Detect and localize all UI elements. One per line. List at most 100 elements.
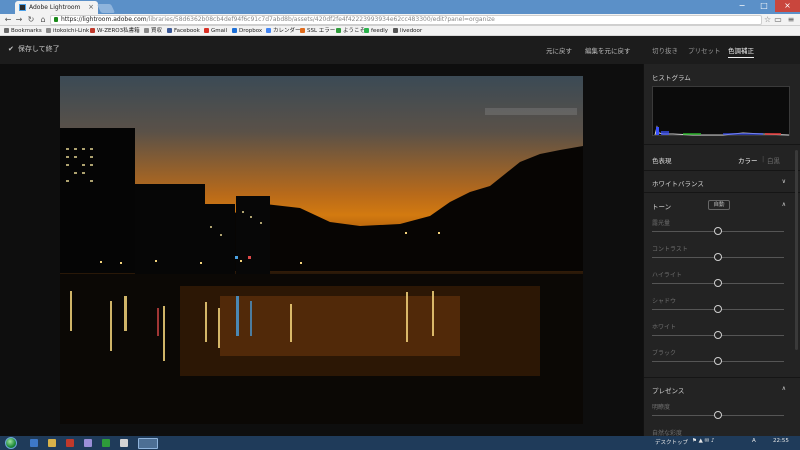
browser-toolbar: ← → ↻ ⌂ https://lightroom.adobe.com/libr…: [0, 14, 800, 26]
white-balance-title[interactable]: ホワイトバランス: [652, 178, 704, 188]
histogram-title: ヒストグラム: [652, 74, 691, 82]
welcome-icon: [336, 28, 341, 33]
slider-label: ハイライト: [652, 272, 682, 279]
bw-mode-button[interactable]: 白黒: [767, 155, 780, 165]
home-icon[interactable]: ⌂: [38, 14, 48, 26]
slider-thumb[interactable]: [714, 279, 722, 287]
bookmark-item[interactable]: SSL エラー: [300, 26, 335, 36]
clock[interactable]: 22:55: [773, 438, 789, 444]
ie-icon[interactable]: [30, 439, 38, 447]
slider-label: コントラスト: [652, 246, 688, 253]
color-mode-button[interactable]: カラー: [738, 155, 758, 165]
url-path: /libraries/58d6362b08cb4def94f6c91c7d7ab…: [146, 16, 495, 23]
extension-icon[interactable]: ▭: [773, 14, 783, 26]
chrome-taskbar-button[interactable]: [138, 438, 158, 449]
url-input[interactable]: https://lightroom.adobe.com/libraries/58…: [50, 15, 762, 25]
revert-edits-button[interactable]: 編集を元に戻す: [585, 45, 631, 55]
slider-thumb[interactable]: [714, 253, 722, 261]
app-icon[interactable]: [84, 439, 92, 447]
panel-scrollbar[interactable]: [795, 150, 798, 350]
bookmark-star-icon[interactable]: ☆: [764, 14, 771, 26]
livedoor-icon: [393, 28, 398, 33]
mode-separator: |: [762, 155, 765, 163]
slider-thumb[interactable]: [714, 357, 722, 365]
app-icon[interactable]: [120, 439, 128, 447]
back-icon[interactable]: ←: [3, 14, 13, 26]
ime-indicator[interactable]: A: [752, 438, 756, 444]
section-divider: [644, 192, 800, 193]
tab-crop[interactable]: 切り抜き: [652, 45, 678, 55]
explorer-icon[interactable]: [48, 439, 56, 447]
color-section-title: 色表現: [652, 157, 672, 165]
slider-label: 自然な彩度: [652, 430, 683, 436]
lightroom-favicon-icon: [19, 4, 26, 11]
tray-icons[interactable]: ⚑ ▲ ✉ ♪: [692, 438, 715, 444]
tab-title: Adobe Lightroom: [29, 4, 81, 11]
lightroom-header: ✔ 保存して終了 元に戻す 編集を元に戻す 切り抜き プリセット 色調補正: [0, 36, 800, 64]
adjust-panel: ヒストグラム 色表現 カラー | 白黒 ホワイトバランス ∨ トーン 自動 ∧ …: [643, 64, 800, 436]
screen: Adobe Lightroom × − □ × ← → ↻ ⌂ https://…: [0, 0, 800, 450]
slider-thumb[interactable]: [714, 331, 722, 339]
gmail-icon: [204, 28, 209, 33]
slider-thumb[interactable]: [714, 411, 722, 419]
forward-icon[interactable]: →: [14, 14, 24, 26]
bookmark-item[interactable]: W-ZERO3私書箱: [90, 26, 140, 36]
bookmark-item[interactable]: Gmail: [204, 26, 227, 36]
bookmark-item[interactable]: カレンダー: [266, 26, 301, 36]
chevron-down-icon[interactable]: ∨: [782, 178, 786, 185]
close-window-button[interactable]: ×: [775, 0, 800, 12]
slider-label: ブラック: [652, 350, 677, 357]
photo-canvas: [0, 64, 643, 436]
new-tab-button[interactable]: [96, 4, 116, 13]
bookmarks-bar: Bookmarks itokoichi-Link W-ZERO3私書箱 買収 F…: [0, 26, 800, 36]
slider-label: ホワイト: [652, 324, 677, 331]
tone-title[interactable]: トーン: [652, 201, 671, 211]
bookmark-item[interactable]: ようこそ: [336, 26, 365, 36]
reload-icon[interactable]: ↻: [26, 14, 36, 26]
presence-title[interactable]: プレゼンス: [652, 385, 684, 395]
bookmark-item[interactable]: feedly: [364, 26, 388, 36]
page-icon: [144, 28, 149, 33]
feedly-icon: [364, 28, 369, 33]
auto-tone-button[interactable]: 自動: [708, 200, 730, 210]
tab-adjust[interactable]: 色調補正: [728, 45, 754, 58]
calendar-icon: [266, 28, 271, 33]
photo-image[interactable]: [60, 76, 583, 424]
start-button[interactable]: [5, 437, 17, 449]
slider-thumb[interactable]: [714, 305, 722, 313]
browser-tab[interactable]: Adobe Lightroom ×: [15, 1, 98, 14]
page-icon: [46, 28, 51, 33]
app-icon[interactable]: [102, 439, 110, 447]
chevron-up-icon[interactable]: ∧: [782, 385, 786, 392]
revert-button[interactable]: 元に戻す: [546, 45, 572, 55]
slider-label: シャドウ: [652, 298, 677, 305]
bookmark-item[interactable]: Bookmarks: [4, 26, 42, 36]
section-divider: [644, 377, 800, 378]
slider-label: 明瞭度: [652, 404, 671, 411]
maximize-button[interactable]: □: [753, 0, 775, 12]
slider-thumb[interactable]: [714, 227, 722, 235]
chevron-up-icon[interactable]: ∧: [782, 201, 786, 208]
media-icon[interactable]: [66, 439, 74, 447]
desktop-label[interactable]: デスクトップ: [655, 438, 688, 446]
photo-watermark: [485, 108, 577, 115]
windows-taskbar: デスクトップ ⚑ ▲ ✉ ♪ A 22:55: [0, 436, 800, 450]
menu-icon[interactable]: ≡: [786, 14, 796, 26]
facebook-icon: [167, 28, 172, 33]
bookmark-item[interactable]: itokoichi-Link: [46, 26, 89, 36]
bookmark-item[interactable]: Dropbox: [232, 26, 262, 36]
tab-presets[interactable]: プリセット: [688, 45, 721, 55]
minimize-button[interactable]: −: [731, 0, 753, 12]
section-divider: [644, 144, 800, 145]
slider-label: 露光量: [652, 220, 671, 227]
histogram-graph: [654, 125, 790, 136]
section-divider: [644, 170, 800, 171]
save-label: 保存して終了: [17, 45, 60, 53]
bookmark-item[interactable]: Facebook: [167, 26, 200, 36]
bookmark-item[interactable]: 買収: [144, 26, 162, 36]
save-and-exit-button[interactable]: ✔ 保存して終了: [8, 44, 60, 54]
dropbox-icon: [232, 28, 237, 33]
secure-lock-icon: [54, 17, 58, 22]
tab-close-icon[interactable]: ×: [88, 1, 94, 14]
bookmark-item[interactable]: livedoor: [393, 26, 422, 36]
